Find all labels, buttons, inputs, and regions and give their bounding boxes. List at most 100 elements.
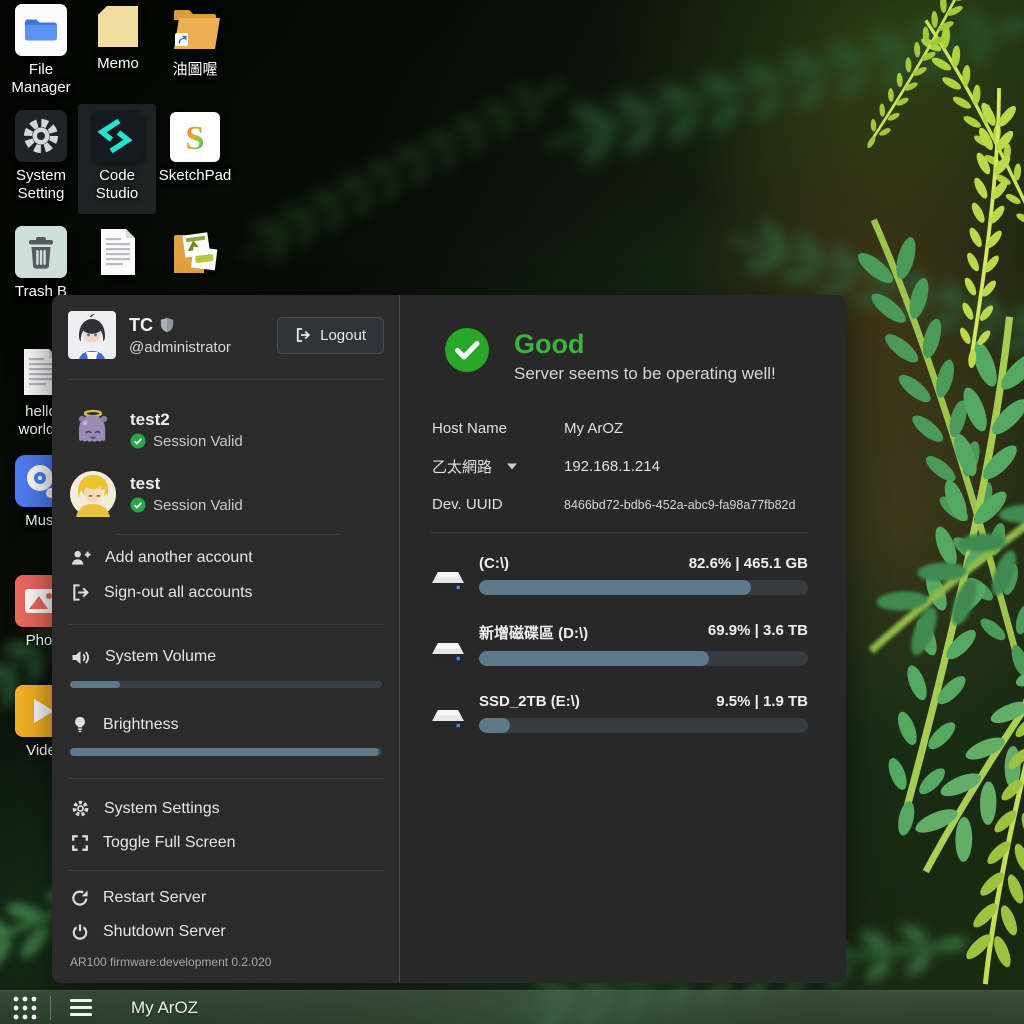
fullscreen-icon — [71, 834, 89, 852]
system-volume-item: System Volume — [68, 641, 384, 674]
disk-usage: 9.5% | 1.9 TB — [716, 693, 808, 710]
disk-usage-fill — [479, 651, 709, 666]
account-info: test2 Session Valid — [130, 410, 243, 450]
disk-name: (C:\) — [479, 555, 509, 572]
account-row-test2[interactable]: test2 Session Valid — [68, 398, 384, 462]
shutdown-server-item[interactable]: Shutdown Server — [68, 916, 384, 948]
account-avatar — [70, 471, 116, 517]
icon-label: Code Studio — [78, 167, 156, 204]
status-headline: Good — [514, 329, 776, 360]
divider — [68, 379, 384, 380]
system-settings-item[interactable]: System Settings — [68, 792, 384, 825]
divider — [68, 778, 384, 779]
uuid-field: Dev. UUID 8466bd72-bdb6-452a-abc9-fa98a7… — [432, 496, 808, 513]
icon-label: SketchPad — [159, 167, 232, 185]
user-name: TC — [129, 315, 153, 336]
desktop-icon-memo[interactable]: Memo — [79, 2, 157, 73]
check-circle-icon — [130, 497, 146, 513]
hdd-icon — [430, 570, 466, 595]
uuid-value: 8466bd72-bdb6-452a-abc9-fa98a77fb82d — [564, 498, 795, 512]
divider — [430, 532, 808, 533]
desktop-screen: File Manager Memo 油圖喔 System Setting — [0, 0, 1024, 1024]
disk-row-e: SSD_2TB (E:\) 9.5% | 1.9 TB — [430, 693, 808, 733]
status-check-icon — [444, 327, 490, 373]
network-interface-dropdown[interactable]: 乙太網路 — [432, 456, 564, 477]
taskbar-title: My ArOZ — [131, 998, 198, 1018]
grid-icon — [12, 995, 38, 1021]
logout-button[interactable]: Logout — [277, 317, 384, 354]
desktop-icon-photos-folder[interactable] — [156, 224, 234, 287]
network-field: 乙太網路 192.168.1.214 — [432, 456, 808, 477]
menu-label: Add another account — [105, 549, 253, 567]
divider — [68, 624, 384, 625]
volume-icon — [71, 648, 91, 667]
avatar — [68, 311, 116, 359]
account-row-test[interactable]: test Session Valid — [68, 462, 384, 526]
hamburger-icon — [70, 999, 92, 1016]
desktop-icon-file-manager[interactable]: File Manager — [2, 4, 80, 98]
shortcut-folder-icon — [166, 0, 224, 56]
disk-usage-bar — [479, 651, 808, 666]
icon-label: 油圖喔 — [172, 61, 217, 79]
disk-row-c: (C:\) 82.6% | 465.1 GB — [430, 555, 808, 595]
server-status-pane: Good Server seems to be operating well! … — [399, 295, 846, 983]
app-grid-button[interactable] — [0, 991, 50, 1024]
signout-all-item[interactable]: Sign-out all accounts — [68, 576, 384, 609]
toggle-fullscreen-item[interactable]: Toggle Full Screen — [68, 827, 384, 859]
hostname-label: Host Name — [432, 420, 507, 437]
restart-server-item[interactable]: Restart Server — [68, 882, 384, 914]
icon-label: Memo — [97, 55, 139, 73]
menu-label: Brightness — [103, 716, 179, 734]
status-message: Server seems to be operating well! — [514, 364, 776, 384]
add-account-item[interactable]: Add another account — [68, 541, 384, 574]
power-icon — [71, 923, 89, 941]
desktop-icon-text-document[interactable] — [79, 226, 157, 283]
user-avatar-image — [68, 311, 116, 359]
menu-label: Sign-out all accounts — [104, 584, 253, 602]
disk-name: SSD_2TB (E:\) — [479, 693, 580, 710]
account-pane: TC @administrator Logout — [52, 295, 399, 983]
logout-icon — [295, 327, 311, 343]
desktop-icon-sketchpad[interactable]: S SketchPad — [156, 112, 234, 185]
hostname-value: My ArOZ — [564, 420, 623, 437]
disk-usage: 82.6% | 465.1 GB — [689, 555, 808, 572]
taskbar: My ArOZ — [0, 990, 1024, 1024]
menu-label: Shutdown Server — [103, 923, 226, 941]
disk-usage: 69.9% | 3.6 TB — [708, 622, 808, 643]
ip-address-value: 192.168.1.214 — [564, 458, 660, 475]
hdd-icon — [430, 708, 466, 733]
code-studio-icon — [91, 110, 143, 162]
hdd-icon — [430, 641, 466, 666]
brightness-item: Brightness — [68, 708, 384, 741]
user-handle: @administrator — [129, 339, 231, 356]
disk-usage-fill — [479, 580, 751, 595]
desktop-icon-shared-folder[interactable]: 油圖喔 — [156, 0, 234, 79]
disk-row-d: 新增磁碟區 (D:\) 69.9% | 3.6 TB — [430, 622, 808, 666]
chevron-down-icon — [507, 463, 517, 470]
admin-shield-icon — [160, 317, 174, 333]
desktop-icon-code-studio[interactable]: Code Studio — [78, 104, 156, 214]
account-name: test2 — [130, 410, 243, 430]
check-circle-icon — [130, 433, 146, 449]
restart-icon — [71, 889, 89, 907]
server-status-header: Good Server seems to be operating well! — [444, 327, 808, 384]
file-manager-icon — [15, 4, 67, 56]
current-user-header: TC @administrator Logout — [68, 309, 384, 369]
menu-button[interactable] — [59, 991, 103, 1024]
logout-label: Logout — [320, 327, 366, 344]
network-interface-label: 乙太網路 — [432, 456, 492, 477]
trash-icon — [15, 226, 67, 278]
sketchpad-icon: S — [170, 112, 220, 162]
desktop-icon-trash-bin[interactable]: Trash B — [2, 226, 80, 301]
firmware-version: AR100 firmware:development 0.2.020 — [68, 949, 384, 973]
volume-slider[interactable] — [70, 681, 382, 689]
icon-label: System Setting — [2, 167, 80, 204]
disk-usage-bar — [479, 580, 808, 595]
desktop-icon-system-setting[interactable]: System Setting — [2, 110, 80, 204]
account-name: test — [130, 474, 243, 494]
session-status: Session Valid — [153, 497, 243, 514]
gear-icon — [15, 110, 67, 162]
brightness-slider[interactable] — [70, 748, 382, 756]
system-popover: TC @administrator Logout — [52, 295, 846, 983]
taskbar-separator — [50, 996, 51, 1020]
